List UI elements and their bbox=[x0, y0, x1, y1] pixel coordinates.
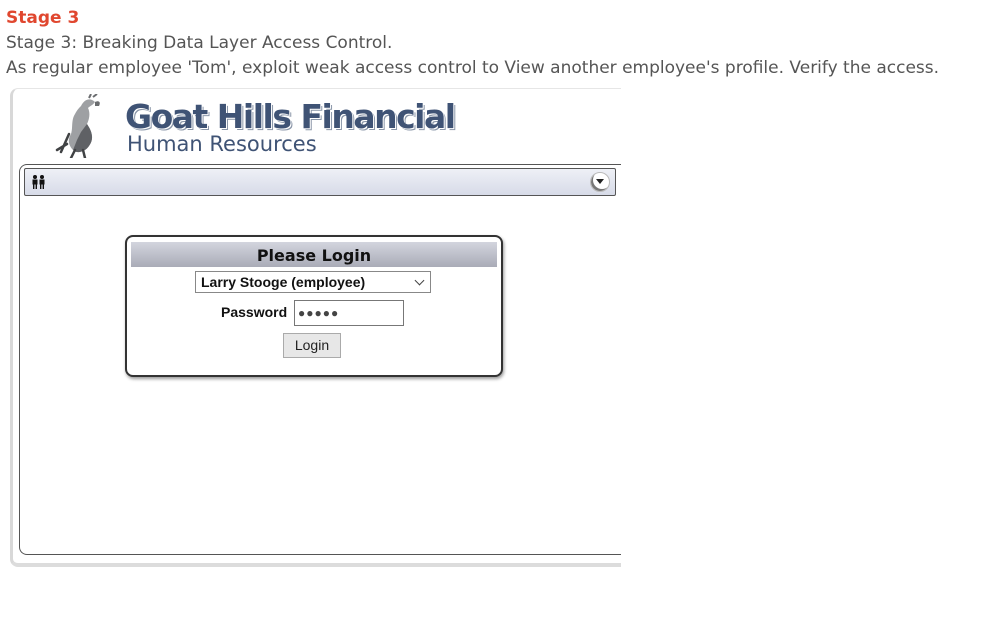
user-select-value: Larry Stooge (employee) bbox=[201, 274, 366, 290]
lesson-instruction-1: Stage 3: Breaking Data Layer Access Cont… bbox=[6, 33, 393, 53]
menu-bar[interactable] bbox=[24, 168, 616, 196]
brand-title: Goat Hills Financial bbox=[125, 97, 456, 136]
goat-logo-icon bbox=[55, 94, 100, 158]
stage-title: Stage 3 bbox=[6, 8, 80, 28]
app-frame: Goat Hills Financial Human Resources Ple… bbox=[10, 88, 621, 567]
menu-toggle-icon[interactable] bbox=[590, 172, 610, 192]
lesson-instruction-2: As regular employee 'Tom', exploit weak … bbox=[6, 58, 940, 78]
logo-area: Goat Hills Financial Human Resources bbox=[13, 89, 621, 165]
login-button[interactable]: Login bbox=[283, 333, 341, 358]
brand-subtitle: Human Resources bbox=[127, 132, 317, 156]
user-select[interactable]: Larry Stooge (employee) bbox=[195, 271, 431, 293]
content-panel: Please Login Larry Stooge (employee) Pas… bbox=[19, 164, 621, 555]
password-label: Password bbox=[221, 304, 288, 320]
password-input[interactable]: ●●●●● bbox=[294, 300, 404, 326]
login-box: Please Login Larry Stooge (employee) Pas… bbox=[125, 235, 503, 377]
chevron-down-icon bbox=[414, 275, 425, 286]
people-icon bbox=[32, 175, 45, 189]
login-header: Please Login bbox=[131, 242, 497, 267]
